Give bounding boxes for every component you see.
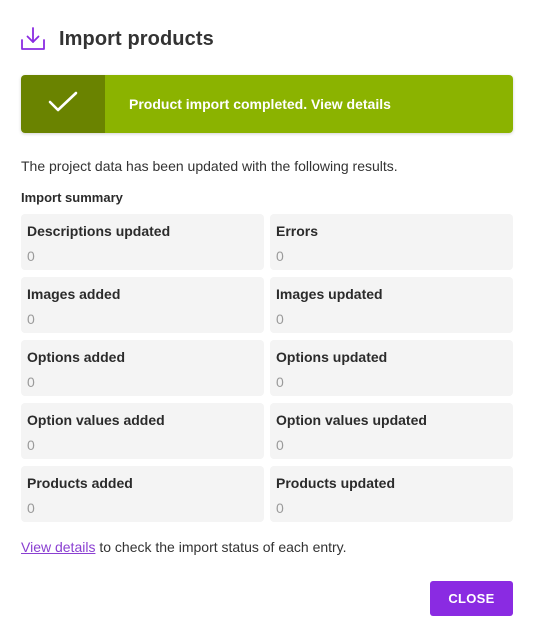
summary-value: 0 <box>27 311 35 327</box>
dialog-header: Import products <box>19 24 214 54</box>
summary-card-products-added: Products added 0 <box>21 466 264 522</box>
footer-note: View details to check the import status … <box>21 539 347 555</box>
summary-value: 0 <box>276 374 284 390</box>
banner-message[interactable]: Product import completed. View details <box>105 75 513 133</box>
summary-card-options-added: Options added 0 <box>21 340 264 396</box>
banner-icon-area <box>21 75 105 133</box>
dialog-title: Import products <box>59 27 214 50</box>
intro-text: The project data has been updated with t… <box>21 158 398 174</box>
import-products-dialog: Import products Product import completed… <box>0 0 534 629</box>
summary-card-option-values-updated: Option values updated 0 <box>270 403 513 459</box>
summary-value: 0 <box>276 500 284 516</box>
checkmark-icon <box>48 91 78 118</box>
summary-label: Products added <box>27 475 133 491</box>
summary-label: Errors <box>276 223 319 239</box>
summary-card-products-updated: Products updated 0 <box>270 466 513 522</box>
summary-card-options-updated: Options updated 0 <box>270 340 513 396</box>
summary-card-errors: Errors 0 <box>270 214 513 270</box>
close-button[interactable]: CLOSE <box>430 581 513 616</box>
summary-card-descriptions-updated: Descriptions updated 0 <box>21 214 264 270</box>
summary-label: Option values updated <box>276 412 427 428</box>
summary-grid: Descriptions updated 0 Errors 0 Images a… <box>21 214 513 522</box>
summary-label: Products updated <box>276 475 396 491</box>
view-details-link[interactable]: View details <box>21 539 95 555</box>
success-banner: Product import completed. View details <box>21 75 513 133</box>
summary-value: 0 <box>27 437 35 453</box>
summary-label: Images updated <box>276 286 383 302</box>
footer-note-text: to check the import status of each entry… <box>95 539 347 555</box>
summary-value: 0 <box>276 311 284 327</box>
summary-value: 0 <box>27 248 35 264</box>
summary-title: Import summary <box>21 190 123 205</box>
summary-card-option-values-added: Option values added 0 <box>21 403 264 459</box>
summary-label: Options added <box>27 349 125 365</box>
summary-label: Images added <box>27 286 121 302</box>
summary-label: Descriptions updated <box>27 223 171 239</box>
summary-value: 0 <box>27 374 35 390</box>
summary-value: 0 <box>27 500 35 516</box>
download-tray-icon <box>19 25 47 53</box>
summary-value: 0 <box>276 437 284 453</box>
summary-card-images-added: Images added 0 <box>21 277 264 333</box>
summary-label: Option values added <box>27 412 165 428</box>
summary-card-images-updated: Images updated 0 <box>270 277 513 333</box>
summary-value: 0 <box>276 248 284 264</box>
summary-label: Options updated <box>276 349 388 365</box>
